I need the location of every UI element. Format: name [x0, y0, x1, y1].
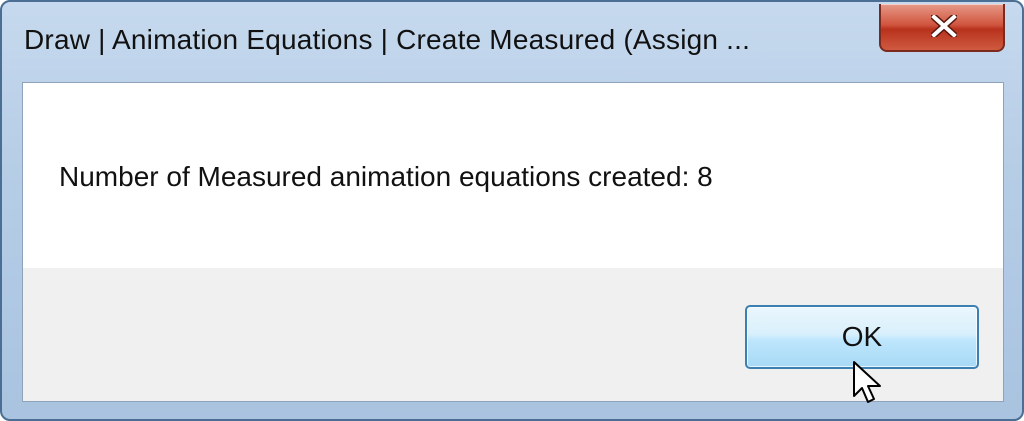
close-icon	[931, 15, 957, 37]
mouse-pointer-icon	[853, 361, 881, 403]
dialog-title: Draw | Animation Equations | Create Meas…	[24, 24, 751, 55]
message-area: Number of Measured animation equations c…	[23, 83, 1003, 268]
message-text: Number of Measured animation equations c…	[59, 161, 713, 192]
dialog-window: Draw | Animation Equations | Create Meas…	[0, 0, 1024, 421]
close-button[interactable]	[879, 4, 1005, 52]
dialog-body: Number of Measured animation equations c…	[22, 82, 1004, 402]
title-bar[interactable]: Draw | Animation Equations | Create Meas…	[2, 2, 1022, 80]
